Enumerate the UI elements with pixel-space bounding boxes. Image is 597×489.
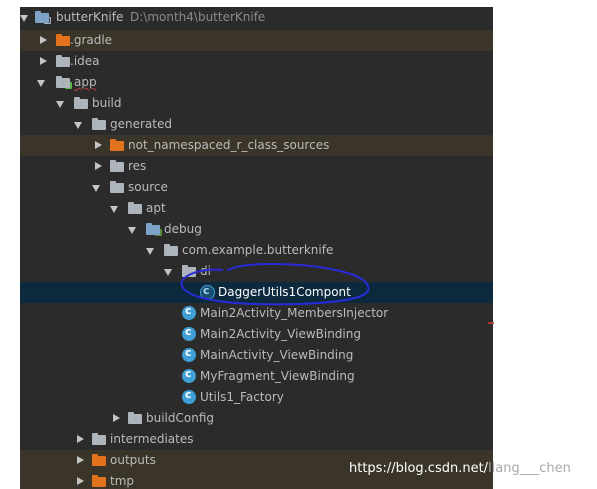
watermark-site: https://blog.csdn.net/ (349, 461, 489, 476)
watermark: https://blog.csdn.net/liang___chen (349, 461, 571, 476)
watermark-user: liang___chen (488, 461, 571, 476)
circle-mark (180, 262, 370, 306)
hand-drawn-annotation (180, 262, 494, 324)
